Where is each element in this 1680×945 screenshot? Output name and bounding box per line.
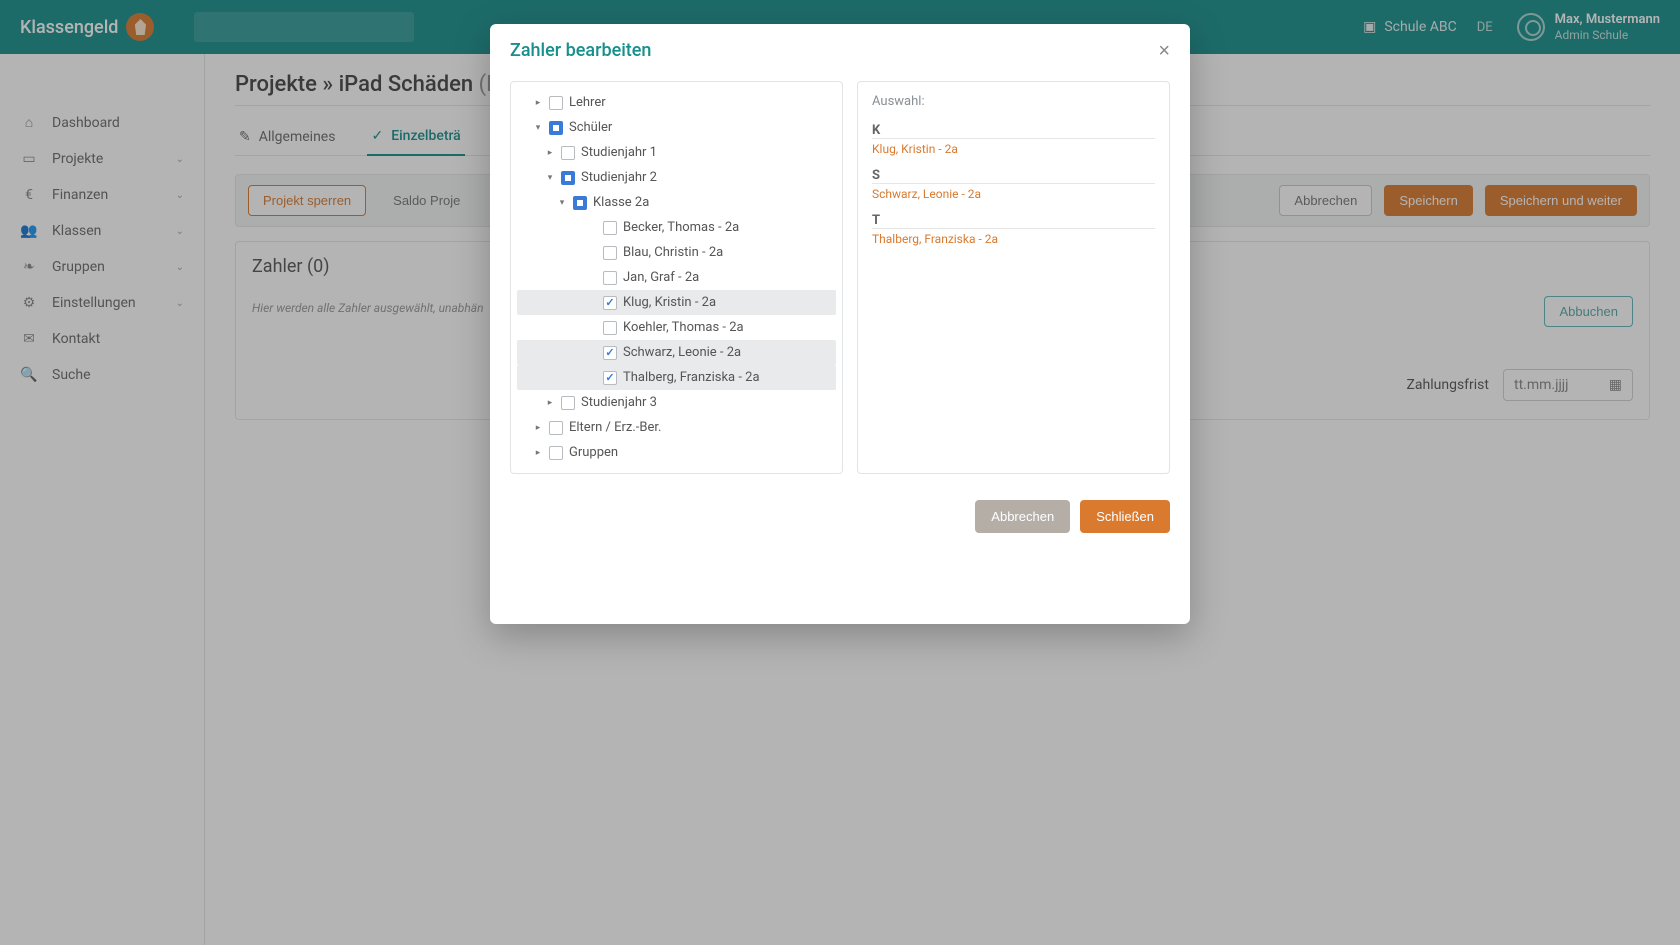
tree-toggle-icon[interactable]: ▸: [533, 423, 543, 433]
edit-zahler-modal: Zahler bearbeiten × ▸ Lehrer ▾ Schüler ▸ Stud…: [490, 24, 1190, 624]
selection-letter: K: [872, 123, 1155, 139]
tree-row[interactable]: ▾ Schüler: [517, 115, 836, 140]
tree-label: Schüler: [569, 120, 612, 135]
tree-row[interactable]: ▾ Klasse 2a: [517, 190, 836, 215]
selection-item[interactable]: Klug, Kristin - 2a: [872, 139, 1155, 162]
tree-row[interactable]: Blau, Christin - 2a: [517, 240, 836, 265]
modal-overlay: Zahler bearbeiten × ▸ Lehrer ▾ Schüler ▸ Stud…: [0, 0, 1680, 945]
tree-checkbox[interactable]: [561, 396, 575, 410]
selection-letter: S: [872, 168, 1155, 184]
tree-row[interactable]: ▾ Studienjahr 2: [517, 165, 836, 190]
tree-label: Jan, Graf - 2a: [623, 270, 699, 285]
tree-label: Studienjahr 1: [581, 145, 657, 160]
tree-label: Klasse 2a: [593, 195, 649, 210]
modal-cancel-button[interactable]: Abbrechen: [975, 500, 1070, 533]
tree-toggle-icon[interactable]: ▸: [545, 398, 555, 408]
tree-checkbox[interactable]: [549, 421, 563, 435]
tree-checkbox[interactable]: [603, 221, 617, 235]
tree-checkbox[interactable]: [549, 96, 563, 110]
tree-label: Klug, Kristin - 2a: [623, 295, 716, 310]
tree-toggle-icon[interactable]: ▸: [533, 448, 543, 458]
tree-row[interactable]: Becker, Thomas - 2a: [517, 215, 836, 240]
tree-row[interactable]: ▸ Lehrer: [517, 90, 836, 115]
tree-checkbox[interactable]: [603, 271, 617, 285]
tree-label: Schwarz, Leonie - 2a: [623, 345, 741, 360]
selection-item[interactable]: Schwarz, Leonie - 2a: [872, 184, 1155, 207]
tree-row[interactable]: Klug, Kristin - 2a: [517, 290, 836, 315]
tree-toggle-icon[interactable]: ▾: [533, 123, 543, 133]
tree-checkbox[interactable]: [603, 246, 617, 260]
tree-toggle-icon[interactable]: ▸: [533, 98, 543, 108]
tree-label: Koehler, Thomas - 2a: [623, 320, 744, 335]
close-icon[interactable]: ×: [1158, 41, 1170, 61]
tree-row[interactable]: ▸ Studienjahr 3: [517, 390, 836, 415]
selection-panel: Auswahl: KKlug, Kristin - 2a SSchwarz, Le…: [857, 81, 1170, 474]
payer-tree-panel: ▸ Lehrer ▾ Schüler ▸ Studienjahr 1 ▾ Studienjah…: [510, 81, 843, 474]
tree-row[interactable]: Thalberg, Franziska - 2a: [517, 365, 836, 390]
selection-item[interactable]: Thalberg, Franziska - 2a: [872, 229, 1155, 252]
tree-label: Eltern / Erz.-Ber.: [569, 420, 661, 435]
tree-label: Thalberg, Franziska - 2a: [623, 370, 760, 385]
tree-checkbox[interactable]: [603, 371, 617, 385]
tree-label: Lehrer: [569, 95, 606, 110]
modal-title: Zahler bearbeiten: [510, 40, 651, 61]
tree-row[interactable]: Schwarz, Leonie - 2a: [517, 340, 836, 365]
tree-checkbox[interactable]: [549, 446, 563, 460]
selection-title: Auswahl:: [872, 94, 1155, 109]
tree-row[interactable]: ▸ Gruppen: [517, 440, 836, 465]
tree-checkbox[interactable]: [603, 321, 617, 335]
tree-label: Gruppen: [569, 445, 618, 460]
tree-checkbox[interactable]: [561, 146, 575, 160]
tree-label: Studienjahr 2: [581, 170, 657, 185]
tree-label: Blau, Christin - 2a: [623, 245, 723, 260]
selection-letter: T: [872, 213, 1155, 229]
tree-checkbox[interactable]: [561, 171, 575, 185]
tree-row[interactable]: Koehler, Thomas - 2a: [517, 315, 836, 340]
tree-row[interactable]: Jan, Graf - 2a: [517, 265, 836, 290]
tree-row[interactable]: ▸ Eltern / Erz.-Ber.: [517, 415, 836, 440]
modal-confirm-button[interactable]: Schließen: [1080, 500, 1170, 533]
tree-checkbox[interactable]: [549, 121, 563, 135]
tree-checkbox[interactable]: [603, 346, 617, 360]
tree-toggle-icon[interactable]: ▸: [545, 148, 555, 158]
tree-checkbox[interactable]: [603, 296, 617, 310]
tree-checkbox[interactable]: [573, 196, 587, 210]
tree-toggle-icon[interactable]: ▾: [545, 173, 555, 183]
tree-row[interactable]: ▸ Studienjahr 1: [517, 140, 836, 165]
tree-label: Studienjahr 3: [581, 395, 657, 410]
tree-toggle-icon[interactable]: ▾: [557, 198, 567, 208]
tree-label: Becker, Thomas - 2a: [623, 220, 739, 235]
